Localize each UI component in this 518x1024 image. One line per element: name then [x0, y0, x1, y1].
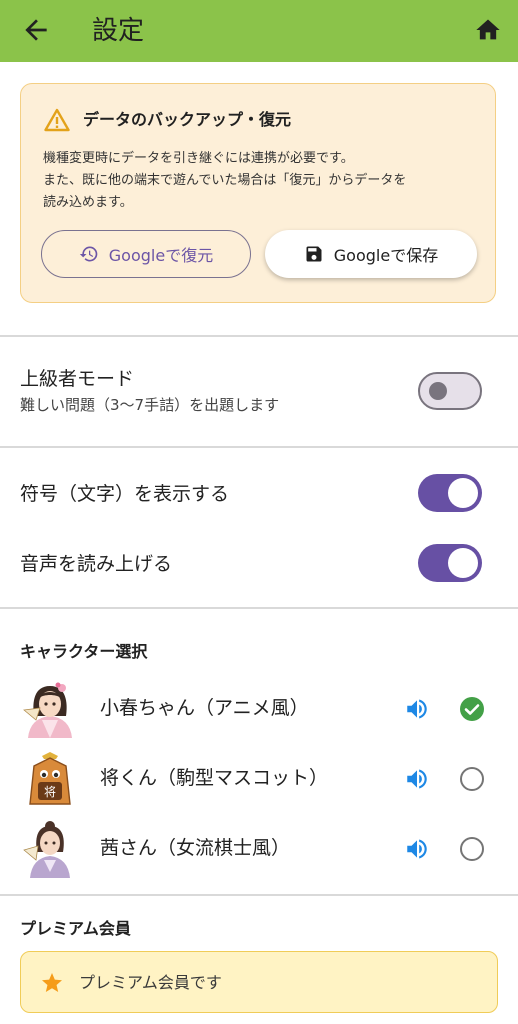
- restore-button-label: Googleで復元: [108, 246, 214, 265]
- sho-mascot-avatar: 将: [29, 752, 71, 805]
- character-row-koharu[interactable]: 小春ちゃん（アニメ風）: [0, 676, 518, 742]
- home-icon[interactable]: [474, 16, 502, 44]
- warning-icon: [44, 108, 70, 132]
- floppy-disk-icon: [306, 246, 322, 262]
- toggle-knob: [448, 478, 478, 508]
- history-icon: [79, 246, 98, 262]
- read-aloud-toggle[interactable]: [418, 544, 482, 582]
- selected-check-icon[interactable]: [459, 696, 485, 722]
- speaker-icon[interactable]: [404, 766, 430, 792]
- advanced-mode-label: 上級者モード: [20, 368, 135, 390]
- save-to-google-button[interactable]: Googleで保存: [265, 230, 477, 278]
- character-row-sho[interactable]: 将 将くん（駒型マスコット）: [0, 746, 518, 812]
- toggle-knob: [448, 548, 478, 578]
- character-name: 茜さん（女流棋士風）: [100, 837, 291, 859]
- akane-avatar: [23, 821, 70, 878]
- app-bar: 設定: [0, 0, 518, 62]
- backup-description-line: また、既に他の端末で遊んでいた場合は「復元」からデータを: [43, 173, 407, 188]
- speaker-icon[interactable]: [404, 836, 430, 862]
- save-button-label: Googleで保存: [333, 246, 439, 265]
- speaker-icon[interactable]: [404, 696, 430, 722]
- divider: [0, 446, 518, 448]
- read-aloud-label: 音声を読み上げる: [20, 553, 173, 575]
- backup-card: データのバックアップ・復元 機種変更時にデータを引き継ぐには連携が必要です。 ま…: [20, 83, 496, 303]
- character-name: 小春ちゃん（アニメ風）: [100, 697, 309, 719]
- toggle-knob: [429, 382, 447, 400]
- advanced-mode-description: 難しい問題（3〜7手詰）を出題します: [20, 396, 280, 414]
- backup-description-line: 機種変更時にデータを引き継ぐには連携が必要です。: [43, 151, 354, 166]
- character-section-heading: キャラクター選択: [20, 642, 148, 661]
- character-row-akane[interactable]: 茜さん（女流棋士風）: [0, 816, 518, 882]
- premium-status-text: プレミアム会員です: [79, 973, 222, 992]
- restore-from-google-button[interactable]: Googleで復元: [41, 230, 251, 278]
- divider: [0, 607, 518, 609]
- divider: [0, 894, 518, 896]
- star-icon: [42, 973, 62, 992]
- premium-section-heading: プレミアム会員: [20, 919, 131, 938]
- unselected-radio-icon[interactable]: [459, 766, 485, 792]
- unselected-radio-icon[interactable]: [459, 836, 485, 862]
- mascot-badge-text: 将: [44, 785, 56, 799]
- page-title: 設定: [92, 16, 145, 46]
- divider: [0, 335, 518, 337]
- premium-status-card: プレミアム会員です: [20, 951, 498, 1013]
- backup-description: 機種変更時にデータを引き継ぐには連携が必要です。 また、既に他の端末で遊んでいた…: [43, 148, 483, 214]
- backup-description-line: 読み込めます。: [43, 195, 133, 210]
- show-notation-label: 符号（文字）を表示する: [20, 483, 230, 505]
- backup-title: データのバックアップ・復元: [83, 110, 292, 129]
- arrow-left-icon[interactable]: [20, 14, 52, 46]
- koharu-avatar: [23, 682, 72, 738]
- show-notation-toggle[interactable]: [418, 474, 482, 512]
- character-name: 将くん（駒型マスコット）: [100, 767, 329, 789]
- advanced-mode-toggle[interactable]: [418, 372, 482, 410]
